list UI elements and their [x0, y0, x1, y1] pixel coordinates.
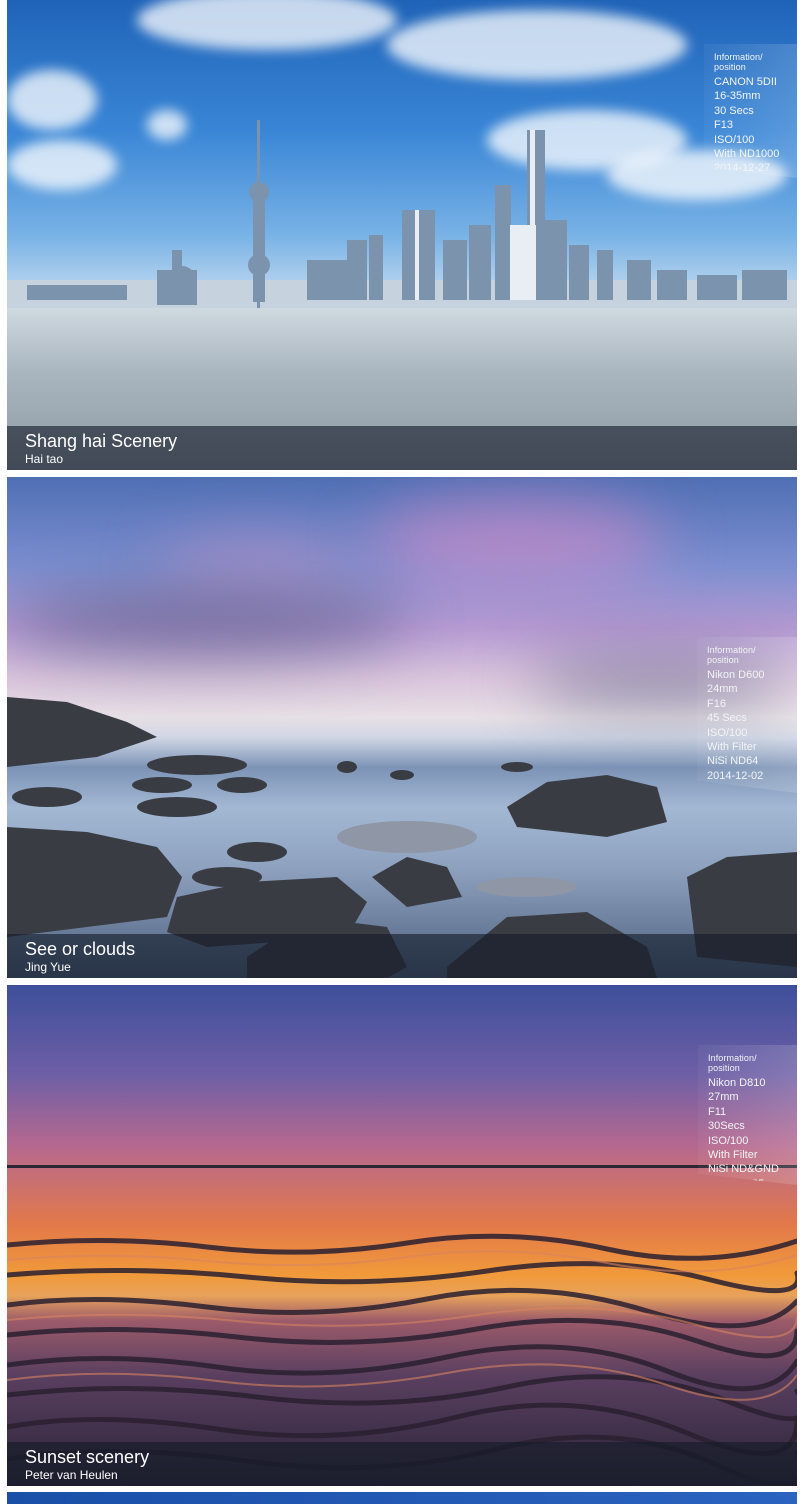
photo-info-box: Information/ position Nikon D810 27mm F1… — [698, 1045, 797, 1185]
photo-caption: Shang hai Scenery Hai tao — [7, 426, 797, 470]
next-section-strip — [7, 1492, 797, 1504]
info-filter-model: NiSi ND64 — [707, 755, 759, 768]
info-filter: With Filter — [708, 1149, 758, 1162]
info-filter-model: NiSi ND&GND — [708, 1163, 779, 1176]
info-title: Information/ position — [714, 52, 763, 72]
info-iso: ISO/100 — [714, 133, 755, 146]
sunset-photo — [7, 985, 797, 1486]
info-title: Information/ position — [708, 1053, 757, 1073]
photo-author: Jing Yue — [25, 960, 71, 974]
info-lens: 24mm — [707, 683, 738, 696]
rocks-foreground — [7, 697, 797, 978]
info-filter: With Filter — [707, 741, 757, 754]
photo-info-box: Information/ position Nikon D600 24mm F1… — [697, 637, 797, 793]
photo-card-sea-clouds: Information/ position Nikon D600 24mm F1… — [7, 477, 797, 978]
photo-title: See or clouds — [25, 939, 136, 959]
info-title: Information/ position — [707, 645, 756, 665]
info-lens: 27mm — [708, 1091, 739, 1104]
info-exposure: 30Secs — [708, 1120, 745, 1133]
info-camera: Nikon D810 — [708, 1077, 766, 1089]
info-camera: CANON 5DII — [714, 76, 777, 88]
info-aperture: F11 — [708, 1105, 727, 1118]
info-date: 2014-12-02 — [707, 769, 764, 782]
info-camera: Nikon D600 — [707, 669, 765, 681]
info-aperture: F13 — [714, 119, 733, 132]
photo-author: Hai tao — [25, 452, 64, 466]
photo-card-sunset: Information/ position Nikon D810 27mm F1… — [7, 985, 797, 1486]
info-exposure: 45 Secs — [707, 712, 747, 725]
info-iso: ISO/100 — [708, 1134, 749, 1147]
info-aperture: F16 — [707, 697, 726, 710]
photo-title: Shang hai Scenery — [25, 431, 178, 451]
photo-caption: Sunset scenery Peter van Heulen — [7, 1442, 797, 1486]
photo-card-shanghai: Information/ position CANON 5DII 16-35mm… — [7, 0, 797, 470]
info-exposure: 30 Secs — [714, 104, 754, 117]
photo-caption: See or clouds Jing Yue — [7, 934, 797, 978]
seascape-photo — [7, 477, 797, 978]
photo-author: Peter van Heulen — [25, 1468, 118, 1482]
sand-ripples — [7, 1165, 797, 1486]
info-iso: ISO/100 — [707, 726, 748, 739]
info-lens: 16-35mm — [714, 90, 761, 103]
photo-title: Sunset scenery — [25, 1447, 150, 1467]
skyline-silhouette — [7, 120, 797, 310]
skyline-photo — [7, 0, 797, 470]
photo-info-box: Information/ position CANON 5DII 16-35mm… — [704, 44, 797, 178]
info-filter: With ND1000 — [714, 148, 780, 161]
